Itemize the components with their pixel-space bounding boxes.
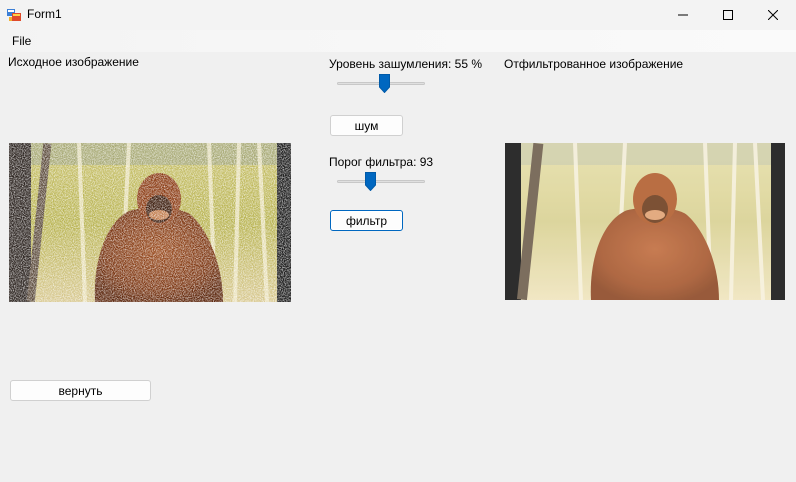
- noise-level-slider[interactable]: [337, 74, 425, 94]
- menu-bar: File: [0, 30, 796, 52]
- filtered-image: [505, 143, 785, 300]
- filtered-image-label: Отфильтрованное изображение: [504, 57, 684, 71]
- slider-thumb[interactable]: [365, 172, 376, 191]
- slider-track: [337, 180, 425, 183]
- slider-thumb[interactable]: [379, 74, 390, 93]
- minimize-icon: [678, 14, 688, 16]
- restore-button[interactable]: вернуть: [10, 380, 151, 401]
- title-bar[interactable]: Form1: [0, 0, 796, 30]
- maximize-icon: [723, 10, 733, 20]
- close-icon: [768, 10, 778, 20]
- filter-threshold-slider[interactable]: [337, 172, 425, 192]
- minimize-button[interactable]: [660, 0, 706, 30]
- orangutan-noisy-image: [9, 143, 291, 302]
- filter-button[interactable]: фильтр: [330, 210, 403, 231]
- menu-item-file[interactable]: File: [7, 34, 36, 48]
- filter-threshold-label: Порог фильтра: 93: [329, 155, 434, 169]
- form-app-icon: [7, 9, 21, 21]
- window-title: Form1: [27, 7, 62, 21]
- maximize-button[interactable]: [705, 0, 751, 30]
- noise-button[interactable]: шум: [330, 115, 403, 136]
- close-button[interactable]: [750, 0, 796, 30]
- noise-level-label: Уровень зашумления: 55 %: [329, 57, 482, 71]
- source-image: [9, 143, 291, 302]
- source-image-label: Исходное изображение: [8, 55, 139, 69]
- orangutan-filtered-image: [505, 143, 785, 300]
